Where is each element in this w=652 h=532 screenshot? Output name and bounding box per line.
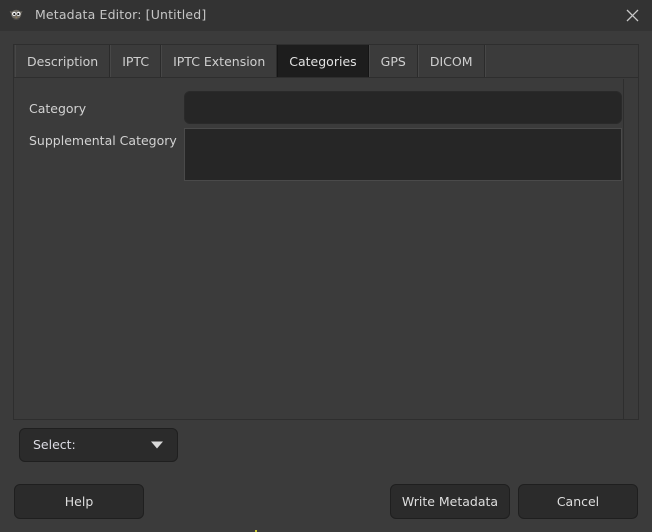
tab-bar-filler	[485, 45, 639, 77]
titlebar: Metadata Editor: [Untitled]	[0, 0, 652, 31]
tab-bar: Description IPTC IPTC Extension Categori…	[13, 44, 639, 77]
cancel-button[interactable]: Cancel	[518, 484, 638, 519]
tab-label: Categories	[289, 54, 356, 69]
gimp-wilber-icon	[9, 8, 25, 24]
help-button[interactable]: Help	[14, 484, 144, 519]
tab-iptc[interactable]: IPTC	[110, 45, 161, 77]
tab-label: IPTC	[122, 54, 149, 69]
tab-label: GPS	[381, 54, 406, 69]
tab-description[interactable]: Description	[15, 45, 110, 77]
tab-content-panel: Category Supplemental Category	[13, 77, 639, 420]
tab-categories[interactable]: Categories	[277, 45, 368, 81]
metadata-editor-window: Metadata Editor: [Untitled] Description …	[0, 0, 652, 532]
tab-label: DICOM	[430, 54, 473, 69]
tab-iptc-extension[interactable]: IPTC Extension	[161, 45, 277, 77]
tab-gps[interactable]: GPS	[369, 45, 418, 77]
tab-dicom[interactable]: DICOM	[418, 45, 485, 77]
select-dropdown[interactable]: Select:	[19, 428, 178, 462]
category-label: Category	[29, 103, 86, 116]
write-metadata-button[interactable]: Write Metadata	[390, 484, 510, 519]
supplemental-category-label: Supplemental Category	[29, 135, 177, 148]
category-input[interactable]	[184, 91, 622, 124]
tab-label: Description	[27, 54, 98, 69]
chevron-down-icon	[151, 442, 163, 449]
window-title: Metadata Editor: [Untitled]	[35, 9, 206, 22]
select-dropdown-label: Select:	[33, 439, 76, 452]
close-icon[interactable]	[612, 0, 652, 31]
tab-label: IPTC Extension	[173, 54, 265, 69]
supplemental-category-textarea[interactable]	[184, 128, 622, 181]
categories-form: Category Supplemental Category	[14, 78, 624, 419]
